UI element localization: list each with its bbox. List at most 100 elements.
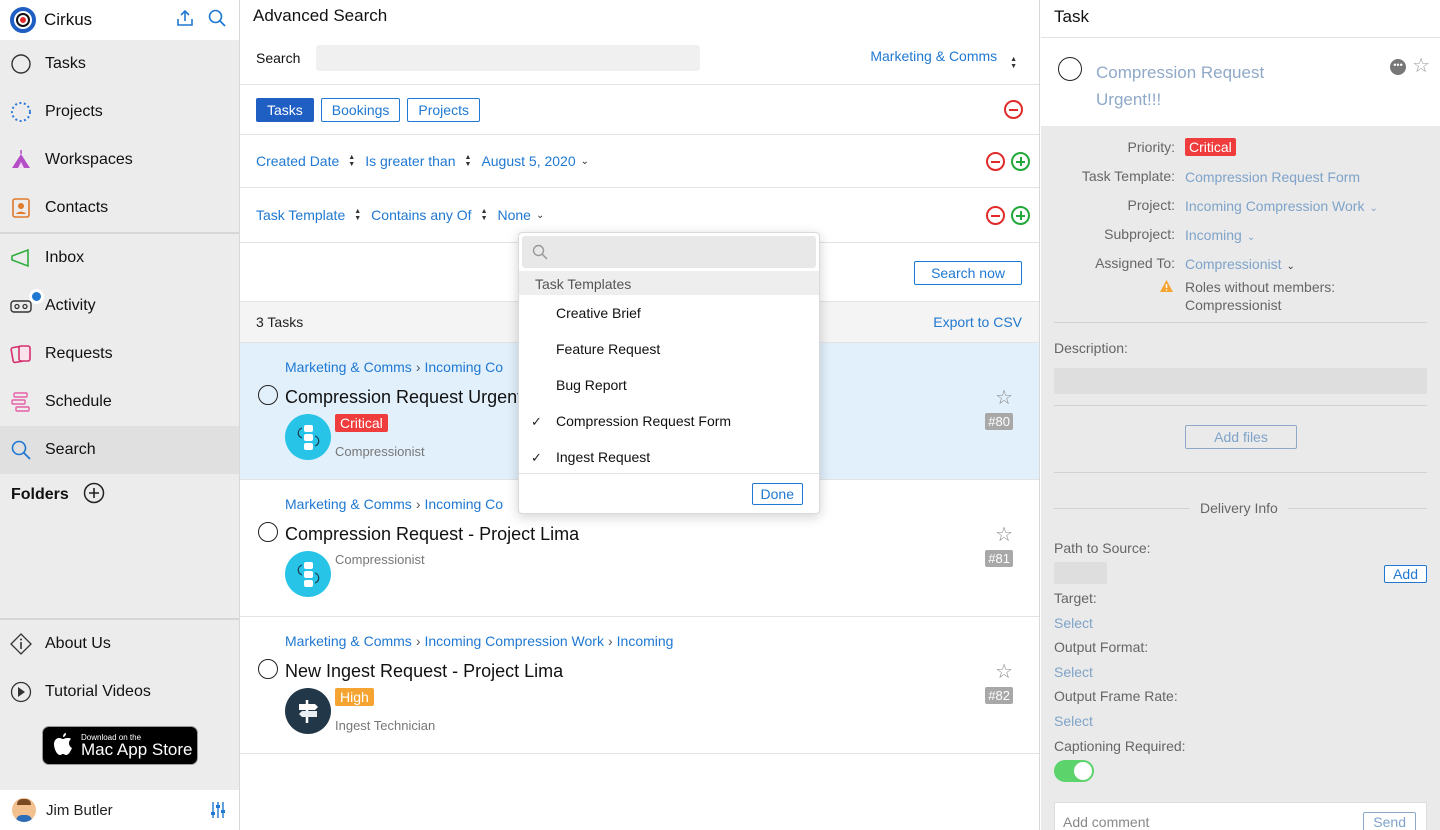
add-folder-icon[interactable] <box>83 482 105 509</box>
star-icon[interactable]: ☆ <box>995 659 1013 684</box>
assigned-select[interactable]: Compressionist ⌄ <box>1185 256 1295 272</box>
sidebar-item-inbox[interactable]: Inbox <box>0 234 239 282</box>
option-ingest-request[interactable]: ✓ Ingest Request <box>519 439 819 475</box>
filter-value-select[interactable]: None ⌄ <box>498 207 545 223</box>
search-input[interactable] <box>316 45 701 71</box>
chevron-down-icon: ⌄ <box>1246 232 1256 243</box>
done-button[interactable]: Done <box>751 483 803 505</box>
search-row: Search Marketing & Comms ▲ ▼ <box>240 32 1039 85</box>
star-icon[interactable]: ☆ <box>995 385 1013 410</box>
add-path-button[interactable]: Add <box>1384 565 1427 583</box>
sidebar-item-projects[interactable]: Projects <box>0 88 239 136</box>
appstore-line2: Mac App Store <box>81 740 193 759</box>
checkmark-icon: ✓ <box>531 414 542 429</box>
sidebar-item-tutorial-videos[interactable]: Tutorial Videos <box>0 668 239 716</box>
priority-badge: Critical <box>335 414 388 432</box>
task-detail-title[interactable]: Compression Request Urgent!!! <box>1096 59 1316 113</box>
sidebar-item-contacts[interactable]: Contacts <box>0 184 239 232</box>
add-files-button[interactable]: Add files <box>1185 425 1297 449</box>
option-creative-brief[interactable]: Creative Brief <box>519 295 819 331</box>
filter-field-select[interactable]: Created Date ▲ ▼ <box>256 153 355 169</box>
star-icon[interactable]: ☆ <box>995 522 1013 547</box>
sidebar-item-activity[interactable]: Activity <box>0 282 239 330</box>
remove-filter-button[interactable] <box>986 206 1005 225</box>
task-title: Compression Request Urgent <box>285 387 523 407</box>
assignee-role: Compressionist <box>335 444 425 459</box>
app-name: Cirkus <box>44 10 93 29</box>
workspace-select[interactable]: Marketing & Comms ▲ ▼ <box>870 48 1017 70</box>
comment-input[interactable]: Add comment Send <box>1054 802 1427 830</box>
path-input[interactable] <box>1054 562 1107 584</box>
complete-checkbox[interactable] <box>258 385 278 405</box>
apple-icon <box>53 732 73 760</box>
project-select[interactable]: Incoming Compression Work ⌄ <box>1185 198 1378 214</box>
target-select[interactable]: Select <box>1054 615 1093 631</box>
description-input[interactable] <box>1054 368 1427 394</box>
breadcrumb-item[interactable]: Incoming Co <box>424 359 503 375</box>
search-icon[interactable] <box>207 8 227 31</box>
sidebar-item-label: Tutorial Videos <box>45 683 151 700</box>
search-now-button[interactable]: Search now <box>914 261 1022 285</box>
dropdown-section-header: Task Templates <box>519 271 819 295</box>
breadcrumb: Marketing & Comms › Incoming Co <box>285 496 504 512</box>
sliders-icon[interactable] <box>209 801 227 823</box>
updown-chevron-icon: ▲ ▼ <box>348 154 356 168</box>
sidebar-item-schedule[interactable]: Schedule <box>0 378 239 426</box>
filter-operator: Is greater than <box>365 153 456 169</box>
sidebar-item-requests[interactable]: Requests <box>0 330 239 378</box>
type-projects[interactable]: Projects <box>407 97 480 122</box>
breadcrumb-item[interactable]: Marketing & Comms <box>285 496 412 512</box>
filter-field-select[interactable]: Task Template ▲ ▼ <box>256 207 361 223</box>
sidebar-item-workspaces[interactable]: Workspaces <box>0 136 239 184</box>
sidebar-item-label: Inbox <box>45 249 85 266</box>
option-compression-request-form[interactable]: ✓ Compression Request Form <box>519 403 819 439</box>
template-value[interactable]: Compression Request Form <box>1185 169 1360 185</box>
sidebar-item-tasks[interactable]: Tasks <box>0 40 239 88</box>
breadcrumb-item[interactable]: Marketing & Comms <box>285 359 412 375</box>
task-row[interactable]: Marketing & Comms › Incoming Compression W… <box>240 617 1039 754</box>
assigned-value: Compressionist <box>1185 256 1282 272</box>
option-feature-request[interactable]: Feature Request <box>519 331 819 367</box>
user-footer[interactable]: Jim Butler <box>0 790 239 830</box>
mac-app-store-badge[interactable]: Download on the Mac App Store <box>42 726 198 765</box>
add-filter-button[interactable] <box>1011 152 1030 171</box>
breadcrumb-item[interactable]: Marketing & Comms <box>285 633 412 649</box>
add-filter-button[interactable] <box>1011 206 1030 225</box>
filter-operator-select[interactable]: Contains any Of ▲ ▼ <box>371 207 487 223</box>
sidebar-item-label: Activity <box>45 297 96 314</box>
filter-value-select[interactable]: August 5, 2020 ⌄ <box>481 153 589 169</box>
complete-checkbox[interactable] <box>258 659 278 679</box>
panel-title: Task <box>1041 0 1440 37</box>
breadcrumb-item[interactable]: Incoming <box>617 633 674 649</box>
remove-filter-button[interactable] <box>986 152 1005 171</box>
complete-checkbox[interactable] <box>258 522 278 542</box>
compression-avatar-icon <box>285 551 331 597</box>
sidebar-item-about-us[interactable]: About Us <box>0 620 239 668</box>
frame-rate-select[interactable]: Select <box>1054 713 1093 729</box>
export-csv-link[interactable]: Export to CSV <box>933 314 1022 330</box>
sidebar-item-search[interactable]: Search <box>0 426 239 474</box>
task-number: #80 <box>985 413 1013 430</box>
output-format-select[interactable]: Select <box>1054 664 1093 680</box>
warning-role: Compressionist <box>1185 297 1282 313</box>
page-title: Advanced Search <box>253 6 388 25</box>
subproject-select[interactable]: Incoming ⌄ <box>1185 227 1255 243</box>
type-bookings[interactable]: Bookings <box>320 97 401 122</box>
send-button[interactable]: Send <box>1363 812 1416 830</box>
more-options-icon[interactable]: ••• <box>1390 59 1406 75</box>
breadcrumb-item[interactable]: Incoming Co <box>424 496 503 512</box>
complete-checkbox[interactable] <box>1058 57 1082 81</box>
star-icon[interactable]: ☆ <box>1412 53 1430 78</box>
upload-icon[interactable] <box>175 8 195 31</box>
type-tasks[interactable]: Tasks <box>256 97 314 122</box>
notification-dot <box>29 289 44 304</box>
avatar <box>12 798 36 822</box>
advanced-search-panel: Advanced Search Search Marketing & Comms… <box>240 0 1040 830</box>
priority-badge[interactable]: Critical <box>1185 138 1236 156</box>
captioning-toggle[interactable] <box>1054 760 1094 782</box>
filter-operator-select[interactable]: Is greater than ▲ ▼ <box>365 153 471 169</box>
dropdown-search-input[interactable] <box>522 236 816 268</box>
option-bug-report[interactable]: Bug Report <box>519 367 819 403</box>
breadcrumb-item[interactable]: Incoming Compression Work <box>424 633 603 649</box>
remove-type-filter-button[interactable] <box>1004 100 1023 119</box>
